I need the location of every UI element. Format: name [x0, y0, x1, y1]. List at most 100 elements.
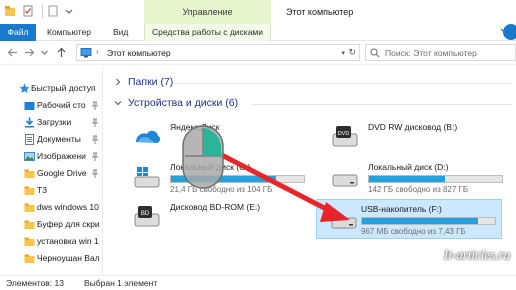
new-folder-icon[interactable]	[47, 5, 59, 17]
drive-name: Дисковод BD-ROM (E:)	[170, 202, 261, 212]
computer-icon	[80, 48, 92, 58]
sidebar-item-label: Буфер для скри	[37, 219, 100, 229]
pin-icon[interactable]	[91, 152, 99, 161]
pictures-icon	[24, 152, 35, 161]
drive-free-space: 967 МБ свободно из 7,43 ГБ	[361, 227, 466, 236]
search-icon	[370, 48, 380, 58]
drive-tile-bd-rom[interactable]: BD Дисковод BD-ROM (E:)	[126, 198, 312, 238]
navigation-bar: › Этот компьютер ▾ ↻	[0, 41, 516, 65]
sidebar-item-documents[interactable]: Документы	[0, 131, 102, 148]
tab-view[interactable]: Вид	[113, 24, 128, 41]
pin-icon[interactable]	[91, 101, 99, 110]
drive-name: Локальный диск (D:)	[368, 162, 449, 172]
tab-file[interactable]: Файл	[0, 24, 36, 41]
pin-icon[interactable]	[91, 118, 99, 127]
folder-icon	[24, 237, 35, 246]
sidebar-item-google-drive[interactable]: Google Drive	[0, 165, 102, 182]
star-icon	[19, 83, 30, 93]
sidebar-item-dws-windows-10[interactable]: dws windows 10	[0, 199, 102, 216]
status-bar: Элементов: 13 Выбран 1 элемент	[0, 275, 516, 290]
search-box[interactable]	[365, 44, 516, 61]
folder-icon	[24, 169, 35, 178]
address-dropdown-icon[interactable]: ▾	[341, 49, 345, 57]
drive-name: USB-накопитель (F:)	[361, 204, 442, 214]
sidebar-item-label: dws windows 10	[37, 202, 99, 212]
drive-usage-fill	[369, 176, 445, 182]
yandex-disk-icon	[136, 130, 161, 143]
title-bar: Управление Этот компьютер	[0, 0, 516, 24]
refresh-icon[interactable]: ↻	[348, 47, 356, 58]
sidebar-item-t3[interactable]: T3	[0, 182, 102, 199]
sidebar-item-downloads[interactable]: Загрузки	[0, 114, 102, 131]
sidebar-item-label: Документы	[37, 134, 81, 144]
tab-drive-tools[interactable]: Средства работы с дисками	[144, 24, 271, 41]
drive-name: Яндекс.Диск	[170, 122, 220, 132]
windows-drive-icon	[134, 167, 160, 188]
sidebar-item-desktop[interactable]: Рабочий сто	[0, 97, 102, 114]
pin-icon[interactable]	[91, 135, 99, 144]
svg-text:DVD: DVD	[338, 131, 350, 137]
drive-name: Локальный диск (C:)	[170, 162, 251, 172]
back-arrow-icon[interactable]	[6, 46, 19, 59]
sidebar-item-label: T3	[37, 185, 47, 195]
group-title: Папки (7)	[128, 76, 174, 88]
group-divider	[252, 104, 512, 105]
ribbon-tabs: Файл Компьютер Вид Средства работы с дис…	[0, 24, 516, 41]
help-icon[interactable]	[503, 24, 516, 40]
customize-quick-access-icon[interactable]	[64, 5, 74, 17]
group-devices[interactable]: Устройства и диски (6)	[112, 96, 512, 112]
documents-icon	[25, 134, 34, 145]
sidebar-item-pictures[interactable]: Изображени	[0, 148, 102, 165]
navigation-pane: Быстрый доступ Рабочий сто Загрузки Доку…	[0, 66, 103, 275]
sidebar-item-label: установка win 1	[37, 236, 99, 246]
forward-arrow-icon[interactable]	[23, 46, 36, 59]
sidebar-item-screenshot-buffer[interactable]: Буфер для скри	[0, 216, 102, 233]
sidebar-item-label: Черноушан Вал	[37, 253, 100, 263]
desktop-icon	[24, 102, 35, 110]
drive-tile-dvd[interactable]: DVD DVD RW дисковод (B:)	[324, 118, 510, 158]
drive-usage-bar	[368, 175, 503, 183]
context-group-label: Управление	[182, 7, 233, 17]
search-input[interactable]	[385, 47, 513, 59]
up-arrow-icon[interactable]	[55, 46, 68, 59]
group-divider	[174, 83, 512, 84]
properties-icon[interactable]	[22, 5, 34, 17]
watermark: It-articles.ru	[444, 247, 511, 262]
breadcrumb-chevron-icon[interactable]: ›	[96, 47, 99, 56]
drive-usage-fill	[362, 218, 478, 224]
window-title: Этот компьютер	[286, 7, 354, 17]
breadcrumb-this-pc[interactable]: Этот компьютер	[107, 48, 171, 58]
sidebar-item-chernoushan[interactable]: Черноушан Вал	[0, 250, 102, 267]
recent-locations-icon[interactable]	[40, 46, 49, 59]
folder-icon	[24, 203, 35, 212]
group-title: Устройства и диски (6)	[128, 97, 239, 109]
sidebar-item-label: Рабочий сто	[37, 100, 86, 110]
address-bar[interactable]: › Этот компьютер ▾ ↻	[76, 44, 360, 61]
drive-usage-bar	[170, 175, 305, 183]
quick-access-separator	[42, 4, 43, 18]
pin-icon[interactable]	[91, 169, 99, 178]
folder-icon	[24, 186, 35, 195]
selection-count: Выбран 1 элемент	[84, 278, 158, 288]
folder-icon	[24, 254, 35, 263]
drive-usage-bar	[361, 217, 496, 225]
sidebar-item-quick-access[interactable]: Быстрый доступ	[0, 80, 102, 97]
item-count: Элементов: 13	[6, 278, 64, 288]
svg-text:BD: BD	[141, 211, 150, 217]
explorer-icon	[5, 6, 15, 16]
group-folders[interactable]: Папки (7)	[112, 75, 512, 91]
drive-tile-c[interactable]: Локальный диск (C:) 21,4 ГБ свободно из …	[126, 158, 312, 198]
drive-free-space: 21,4 ГБ свободно из 104 ГБ	[170, 185, 273, 194]
sidebar-item-label: Изображени	[37, 151, 86, 161]
hard-drive-icon	[332, 174, 358, 187]
sidebar-item-label: Google Drive	[37, 168, 87, 178]
drive-tile-usb[interactable]: USB-накопитель (F:) 967 МБ свободно из 7…	[316, 199, 502, 239]
chevron-down-icon[interactable]	[114, 99, 122, 107]
chevron-right-icon[interactable]	[114, 78, 122, 86]
tab-computer[interactable]: Компьютер	[47, 24, 91, 41]
drive-tile-d[interactable]: Локальный диск (D:) 142 ГБ свободно из 8…	[324, 158, 510, 198]
drive-usage-fill	[171, 176, 277, 182]
drive-tile-yandex-disk[interactable]: Яндекс.Диск	[126, 118, 312, 158]
sidebar-item-win-install[interactable]: установка win 1	[0, 233, 102, 250]
usb-drive-icon	[331, 217, 357, 229]
